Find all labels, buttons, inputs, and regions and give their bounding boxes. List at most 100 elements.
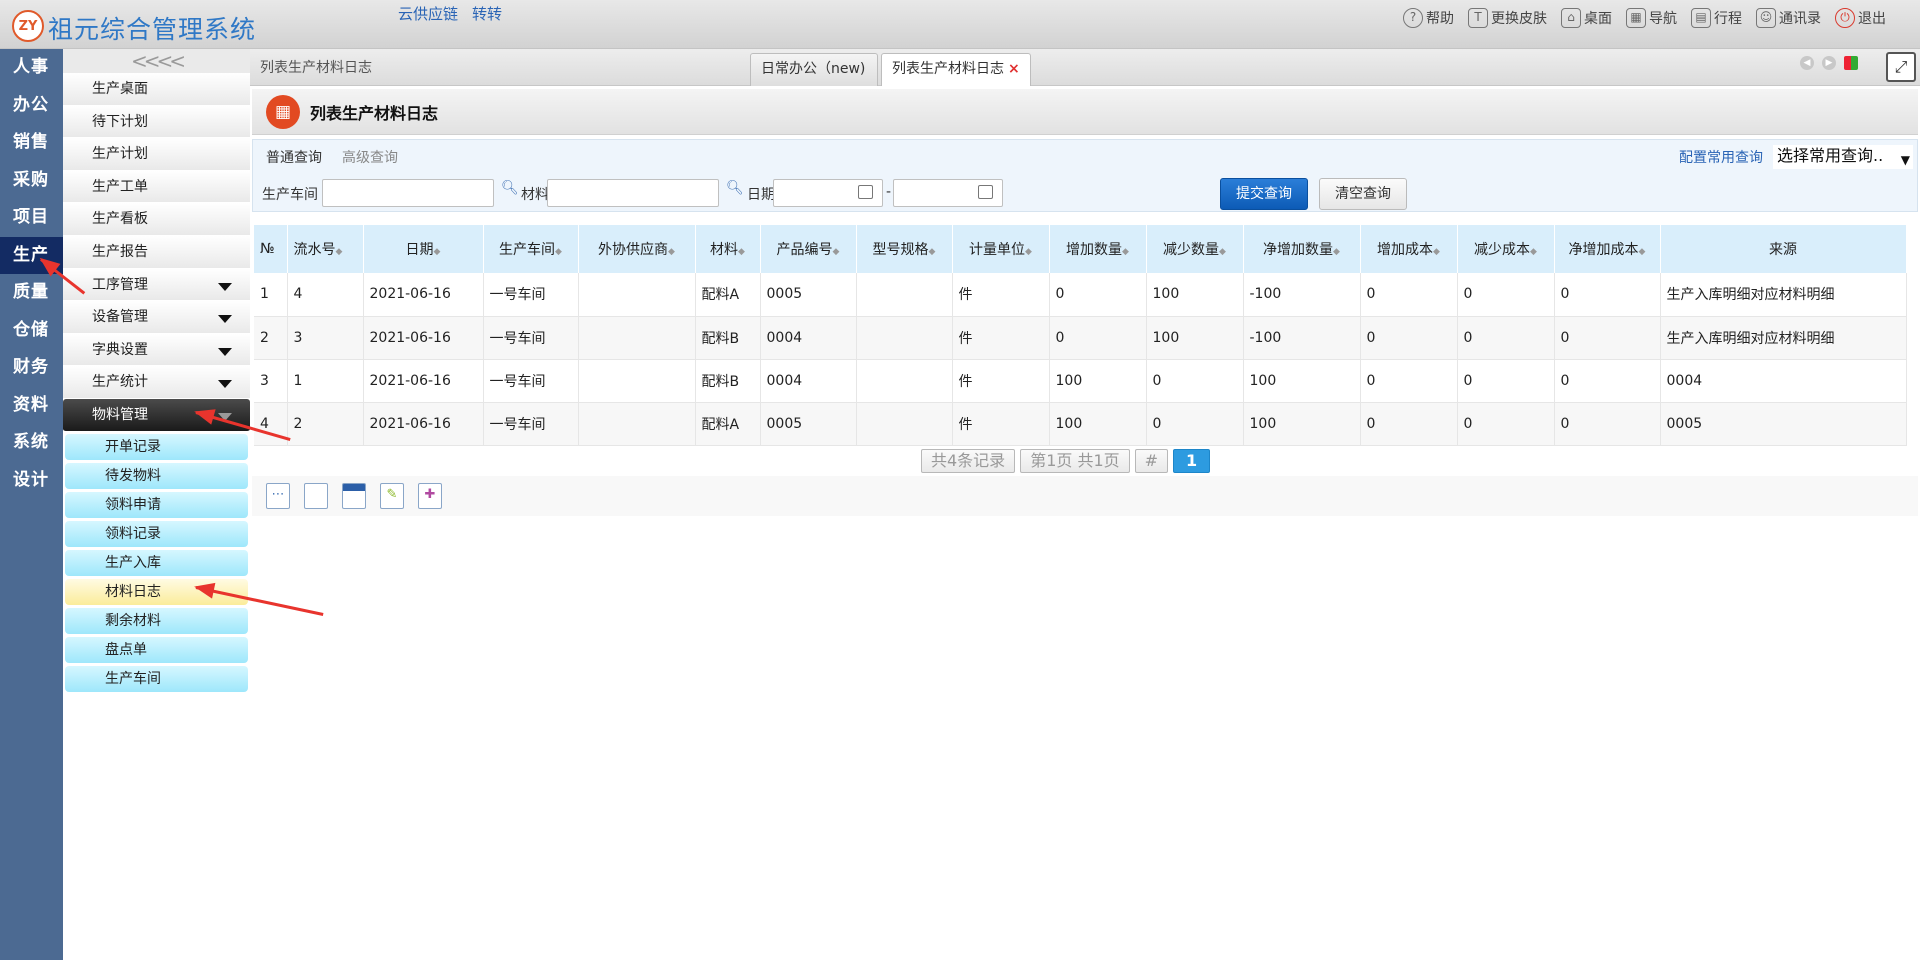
submenu-item-production-plan[interactable]: 生产计划: [63, 138, 250, 171]
table-row[interactable]: 4 2 2021-06-16 一号车间 配料A 0005 件 100 0 100 0 0 0 0005: [254, 402, 1907, 446]
cell-unit: 件: [952, 359, 1050, 403]
submenu-item-process-mgmt[interactable]: 工序管理: [63, 268, 250, 302]
col-decrease-qty[interactable]: 减少数量◆: [1146, 225, 1244, 273]
calendar-grid-icon[interactable]: [342, 483, 366, 509]
link-cloud-supply[interactable]: 云供应链: [398, 3, 458, 24]
sub-item-remaining-material[interactable]: 剩余材料: [65, 607, 248, 634]
col-supplier[interactable]: 外协供应商◆: [578, 225, 696, 273]
cell-model: [856, 273, 953, 317]
tab-material-log[interactable]: 列表生产材料日志 ×: [881, 53, 1031, 86]
submenu-item-production-desktop[interactable]: 生产桌面: [63, 73, 250, 106]
sub-item-material-record[interactable]: 领料记录: [65, 520, 248, 547]
prev-tab-icon[interactable]: ◀: [1800, 56, 1814, 70]
cell-product-no: 0004: [760, 316, 857, 360]
nav-item-hr[interactable]: 人事: [0, 49, 63, 87]
col-unit[interactable]: 计量单位◆: [952, 225, 1050, 273]
navigation-button[interactable]: ▦ 导航: [1626, 8, 1677, 28]
contacts-button[interactable]: ☺ 通讯录: [1756, 8, 1821, 28]
col-increase-qty[interactable]: 增加数量◆: [1049, 225, 1147, 273]
submenu-item-pending-plan[interactable]: 待下计划: [63, 105, 250, 139]
submenu-item-label: 生产工单: [92, 178, 148, 195]
new-doc-icon[interactable]: [304, 483, 328, 509]
nav-item-finance[interactable]: 财务: [0, 349, 63, 387]
nav-item-warehouse[interactable]: 仓储: [0, 312, 63, 350]
pagination: 共4条记录 第1页 共1页 # 1: [921, 449, 1211, 473]
col-model[interactable]: 型号规格◆: [856, 225, 953, 273]
select-all-icon[interactable]: ⋯: [266, 483, 290, 509]
col-net-increase-qty[interactable]: 净增加数量◆: [1243, 225, 1361, 273]
submit-query-button[interactable]: 提交查询: [1220, 178, 1308, 210]
submenu-item-material-mgmt[interactable]: 物料管理: [63, 398, 250, 432]
search-icon[interactable]: 🔍︎: [726, 180, 744, 196]
submenu-item-label: 工序管理: [92, 276, 148, 293]
query-panel: 普通查询 高级查询 配置常用查询 选择常用查询.. ▼ 生产车间 🔍︎ 材料 🔍︎…: [252, 139, 1918, 212]
nav-item-purchase[interactable]: 采购: [0, 162, 63, 200]
sub-item-production-storage[interactable]: 生产入库: [65, 549, 248, 576]
schedule-button[interactable]: ▤ 行程: [1691, 8, 1742, 28]
nav-item-sales[interactable]: 销售: [0, 124, 63, 162]
submenu-item-dictionary[interactable]: 字典设置: [63, 333, 250, 367]
close-icon[interactable]: ×: [1008, 61, 1020, 77]
common-query-value: 选择常用查询..: [1777, 146, 1884, 165]
col-product-no[interactable]: 产品编号◆: [760, 225, 857, 273]
link-zhuanzhuan[interactable]: 转转: [472, 3, 502, 24]
sub-item-pending-material[interactable]: 待发物料: [65, 462, 248, 489]
nav-item-quality[interactable]: 质量: [0, 274, 63, 312]
desktop-button[interactable]: ⌂ 桌面: [1561, 8, 1612, 28]
col-workshop[interactable]: 生产车间◆: [483, 225, 579, 273]
pager-jump[interactable]: #: [1134, 449, 1169, 473]
tab-normal-query[interactable]: 普通查询: [266, 147, 322, 167]
col-decrease-cost[interactable]: 减少成本◆: [1457, 225, 1555, 273]
submenu-item-kanban[interactable]: 生产看板: [63, 203, 250, 236]
cell-net-increase-qty: 100: [1243, 359, 1361, 403]
cell-increase-qty: 100: [1049, 359, 1147, 403]
col-net-increase-cost[interactable]: 净增加成本◆: [1554, 225, 1661, 273]
help-icon: ?: [1403, 8, 1423, 28]
nav-item-data[interactable]: 资料: [0, 387, 63, 425]
nav-item-project[interactable]: 项目: [0, 199, 63, 237]
plugin-icon[interactable]: ✚: [418, 483, 442, 509]
submenu-item-equipment-mgmt[interactable]: 设备管理: [63, 301, 250, 334]
tab-daily-office[interactable]: 日常办公（new): [750, 53, 878, 86]
left-nav: 人事 办公 销售 采购 项目 生产 质量 仓储 财务 资料 系统 设计: [0, 49, 63, 960]
col-date[interactable]: 日期◆: [363, 225, 484, 273]
table-toolbar: ⋯ ✎ ✚: [252, 476, 1918, 516]
sub-item-material-request[interactable]: 领料申请: [65, 491, 248, 518]
tab-menu-icon[interactable]: [1844, 56, 1858, 70]
change-skin-button[interactable]: T 更换皮肤: [1468, 8, 1547, 28]
submenu-item-work-order[interactable]: 生产工单: [63, 170, 250, 204]
col-serial[interactable]: 流水号◆: [287, 225, 364, 273]
tab-controls: ◀ ▶: [1800, 56, 1858, 70]
nav-item-system[interactable]: 系统: [0, 424, 63, 462]
nav-item-office[interactable]: 办公: [0, 87, 63, 125]
sub-item-workshop[interactable]: 生产车间: [65, 665, 248, 692]
table-row[interactable]: 3 1 2021-06-16 一号车间 配料B 0004 件 100 0 100 0 0 0 0004: [254, 359, 1907, 403]
pager-current-page[interactable]: 1: [1173, 449, 1211, 473]
workshop-input[interactable]: [322, 179, 494, 207]
calendar-icon[interactable]: [858, 185, 873, 199]
logout-button[interactable]: ⏻ 退出: [1835, 8, 1886, 28]
query-tabs: 普通查询 高级查询: [266, 147, 398, 167]
config-common-query-link[interactable]: 配置常用查询: [1679, 147, 1763, 167]
maximize-icon[interactable]: ⤢: [1886, 52, 1916, 82]
tab-advanced-query[interactable]: 高级查询: [342, 147, 398, 167]
submenu-item-statistics[interactable]: 生产统计: [63, 366, 250, 399]
cell-date: 2021-06-16: [363, 359, 484, 403]
collapse-menu-button[interactable]: <<<<: [63, 49, 250, 73]
material-input[interactable]: [547, 179, 719, 207]
search-icon[interactable]: 🔍︎: [501, 180, 519, 196]
submenu-item-production-report[interactable]: 生产报告: [63, 235, 250, 269]
next-tab-icon[interactable]: ▶: [1822, 56, 1836, 70]
common-query-select[interactable]: 选择常用查询.. ▼: [1773, 145, 1913, 169]
clear-query-button[interactable]: 清空查询: [1319, 178, 1407, 210]
edit-pen-icon[interactable]: ✎: [380, 483, 404, 509]
col-increase-cost[interactable]: 增加成本◆: [1360, 225, 1458, 273]
sub-item-order-record[interactable]: 开单记录: [65, 433, 248, 460]
nav-item-design[interactable]: 设计: [0, 462, 63, 500]
col-material[interactable]: 材料◆: [695, 225, 761, 273]
help-button[interactable]: ? 帮助: [1403, 8, 1454, 28]
sub-item-inventory-sheet[interactable]: 盘点单: [65, 636, 248, 663]
table-row[interactable]: 2 3 2021-06-16 一号车间 配料B 0004 件 0 100 -100 0 0 0 生产入库明…: [254, 316, 1907, 360]
table-row[interactable]: 1 4 2021-06-16 一号车间 配料A 0005 件 0 100 -100 0 0 0 生产入库明…: [254, 273, 1907, 317]
calendar-icon[interactable]: [978, 185, 993, 199]
